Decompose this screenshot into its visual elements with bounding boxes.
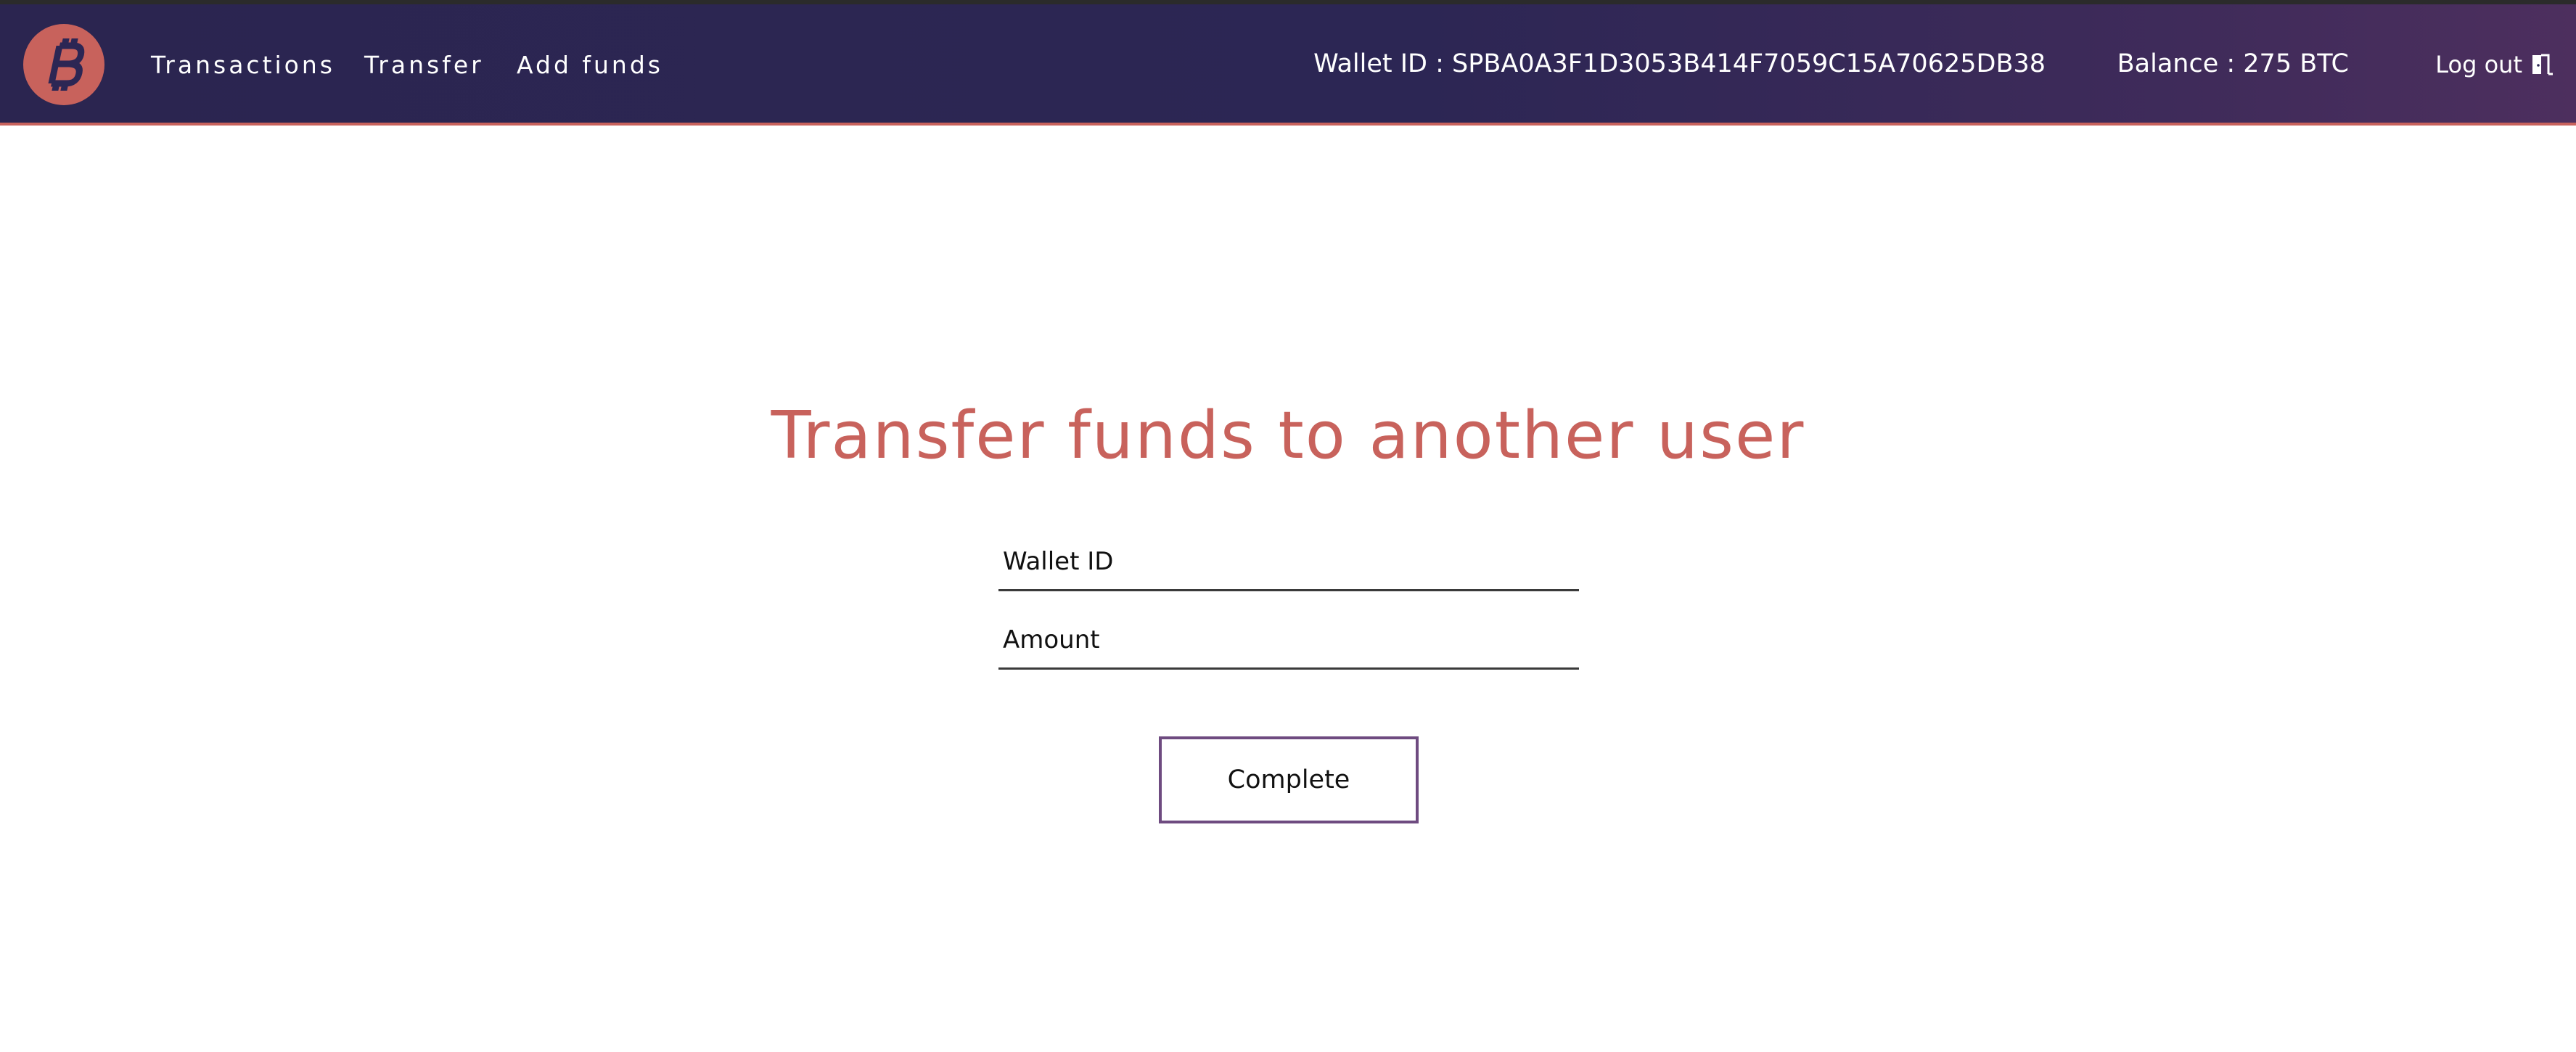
bitcoin-icon bbox=[48, 38, 85, 91]
amount-input[interactable] bbox=[998, 619, 1579, 670]
logout-label: Log out bbox=[2435, 51, 2522, 78]
wallet-id-display: Wallet ID : SPBA0A3F1D3053B414F7059C15A7… bbox=[1313, 49, 2046, 78]
page-title: Transfer funds to another user bbox=[771, 398, 1805, 474]
bitcoin-logo[interactable] bbox=[23, 24, 104, 105]
nav-link-transfer[interactable]: Transfer bbox=[364, 51, 484, 79]
door-exit-icon bbox=[2532, 54, 2553, 75]
complete-button[interactable]: Complete bbox=[1159, 736, 1419, 823]
navbar: Transactions Transfer Add funds Wallet I… bbox=[0, 4, 2576, 126]
nav-link-transactions[interactable]: Transactions bbox=[151, 51, 335, 79]
balance-display: Balance : 275 BTC bbox=[2117, 49, 2349, 78]
wallet-id-input[interactable] bbox=[998, 541, 1579, 591]
nav-link-add-funds[interactable]: Add funds bbox=[517, 51, 663, 79]
logout-button[interactable]: Log out bbox=[2435, 51, 2554, 78]
